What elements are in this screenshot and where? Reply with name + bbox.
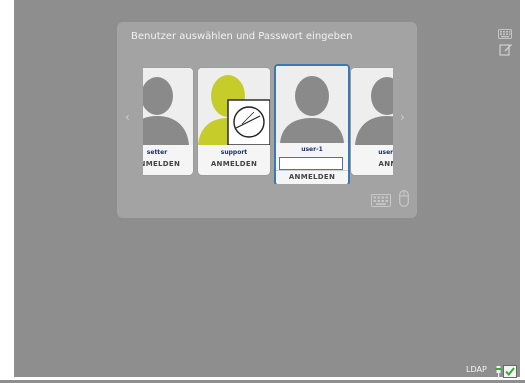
screen-border-left <box>0 0 14 380</box>
ldap-label: LDAP <box>466 365 487 374</box>
person-silhouette-icon <box>276 66 348 143</box>
user-login-panel: Benutzer auswählen und Passwort eingeben… <box>117 22 417 218</box>
next-user-arrow[interactable]: › <box>400 110 405 124</box>
user-name: useradm <box>378 149 393 156</box>
user-card-useradm[interactable]: useradm ANMEL <box>351 68 393 175</box>
screen-border-right <box>520 0 525 380</box>
user-name: user-1 <box>301 146 323 153</box>
previous-user-arrow[interactable]: ‹ <box>125 110 130 124</box>
login-button[interactable]: ANMEL <box>357 160 394 168</box>
user-carousel: setter ANMELDEN support <box>143 64 393 184</box>
card-divider <box>276 170 348 171</box>
on-screen-keyboard-icon[interactable] <box>371 192 391 211</box>
user-name: setter <box>146 149 168 156</box>
user-card-setter[interactable]: setter ANMELDEN <box>143 68 193 175</box>
mouse-icon[interactable] <box>399 190 409 211</box>
ldap-connected-check-icon <box>503 363 517 382</box>
user-card-support[interactable]: support ANMELDEN <box>198 68 270 175</box>
support-avatar-icon <box>198 68 270 145</box>
panel-title: Benutzer auswählen und Passwort eingeben <box>131 31 353 42</box>
person-silhouette-icon <box>143 68 193 145</box>
user-card-user-1[interactable]: user-1 ANMELDEN <box>274 64 350 184</box>
network-plug-icon <box>495 364 502 383</box>
login-button[interactable]: ANMELDEN <box>276 173 348 181</box>
login-screen: Benutzer auswählen und Passwort eingeben… <box>0 0 525 380</box>
user-name: support <box>220 149 248 156</box>
login-button[interactable]: ANMELDEN <box>143 160 193 168</box>
person-silhouette-icon <box>351 68 393 145</box>
login-button[interactable]: ANMELDEN <box>198 160 270 168</box>
edit-icon[interactable] <box>499 41 513 60</box>
password-input[interactable] <box>279 157 343 170</box>
